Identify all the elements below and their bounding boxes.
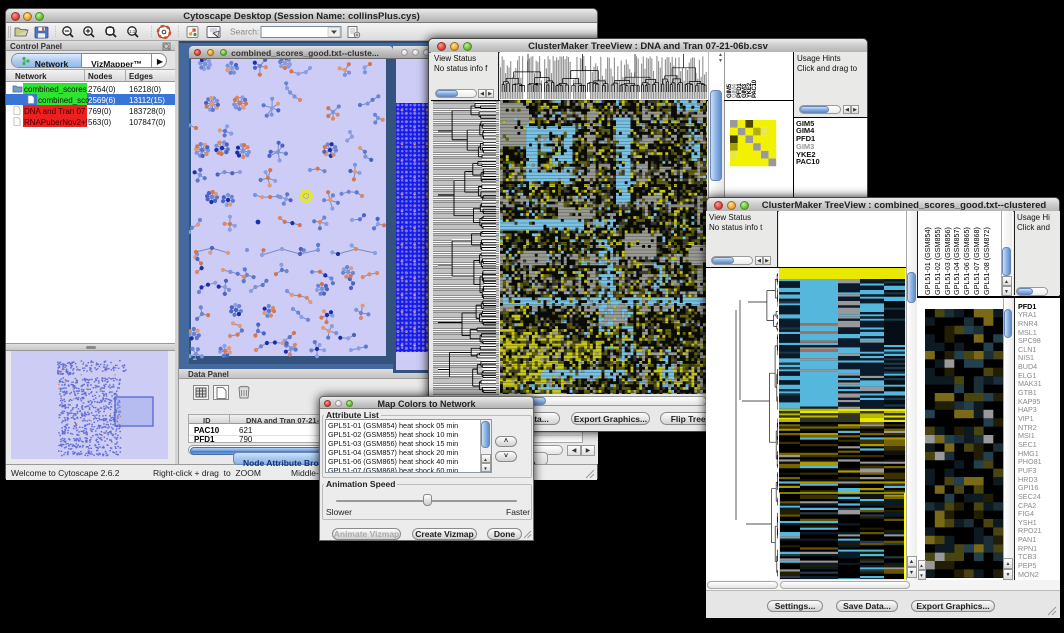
svg-text:1:1: 1:1 <box>129 29 136 34</box>
svg-text:Search:: Search: <box>230 27 259 37</box>
